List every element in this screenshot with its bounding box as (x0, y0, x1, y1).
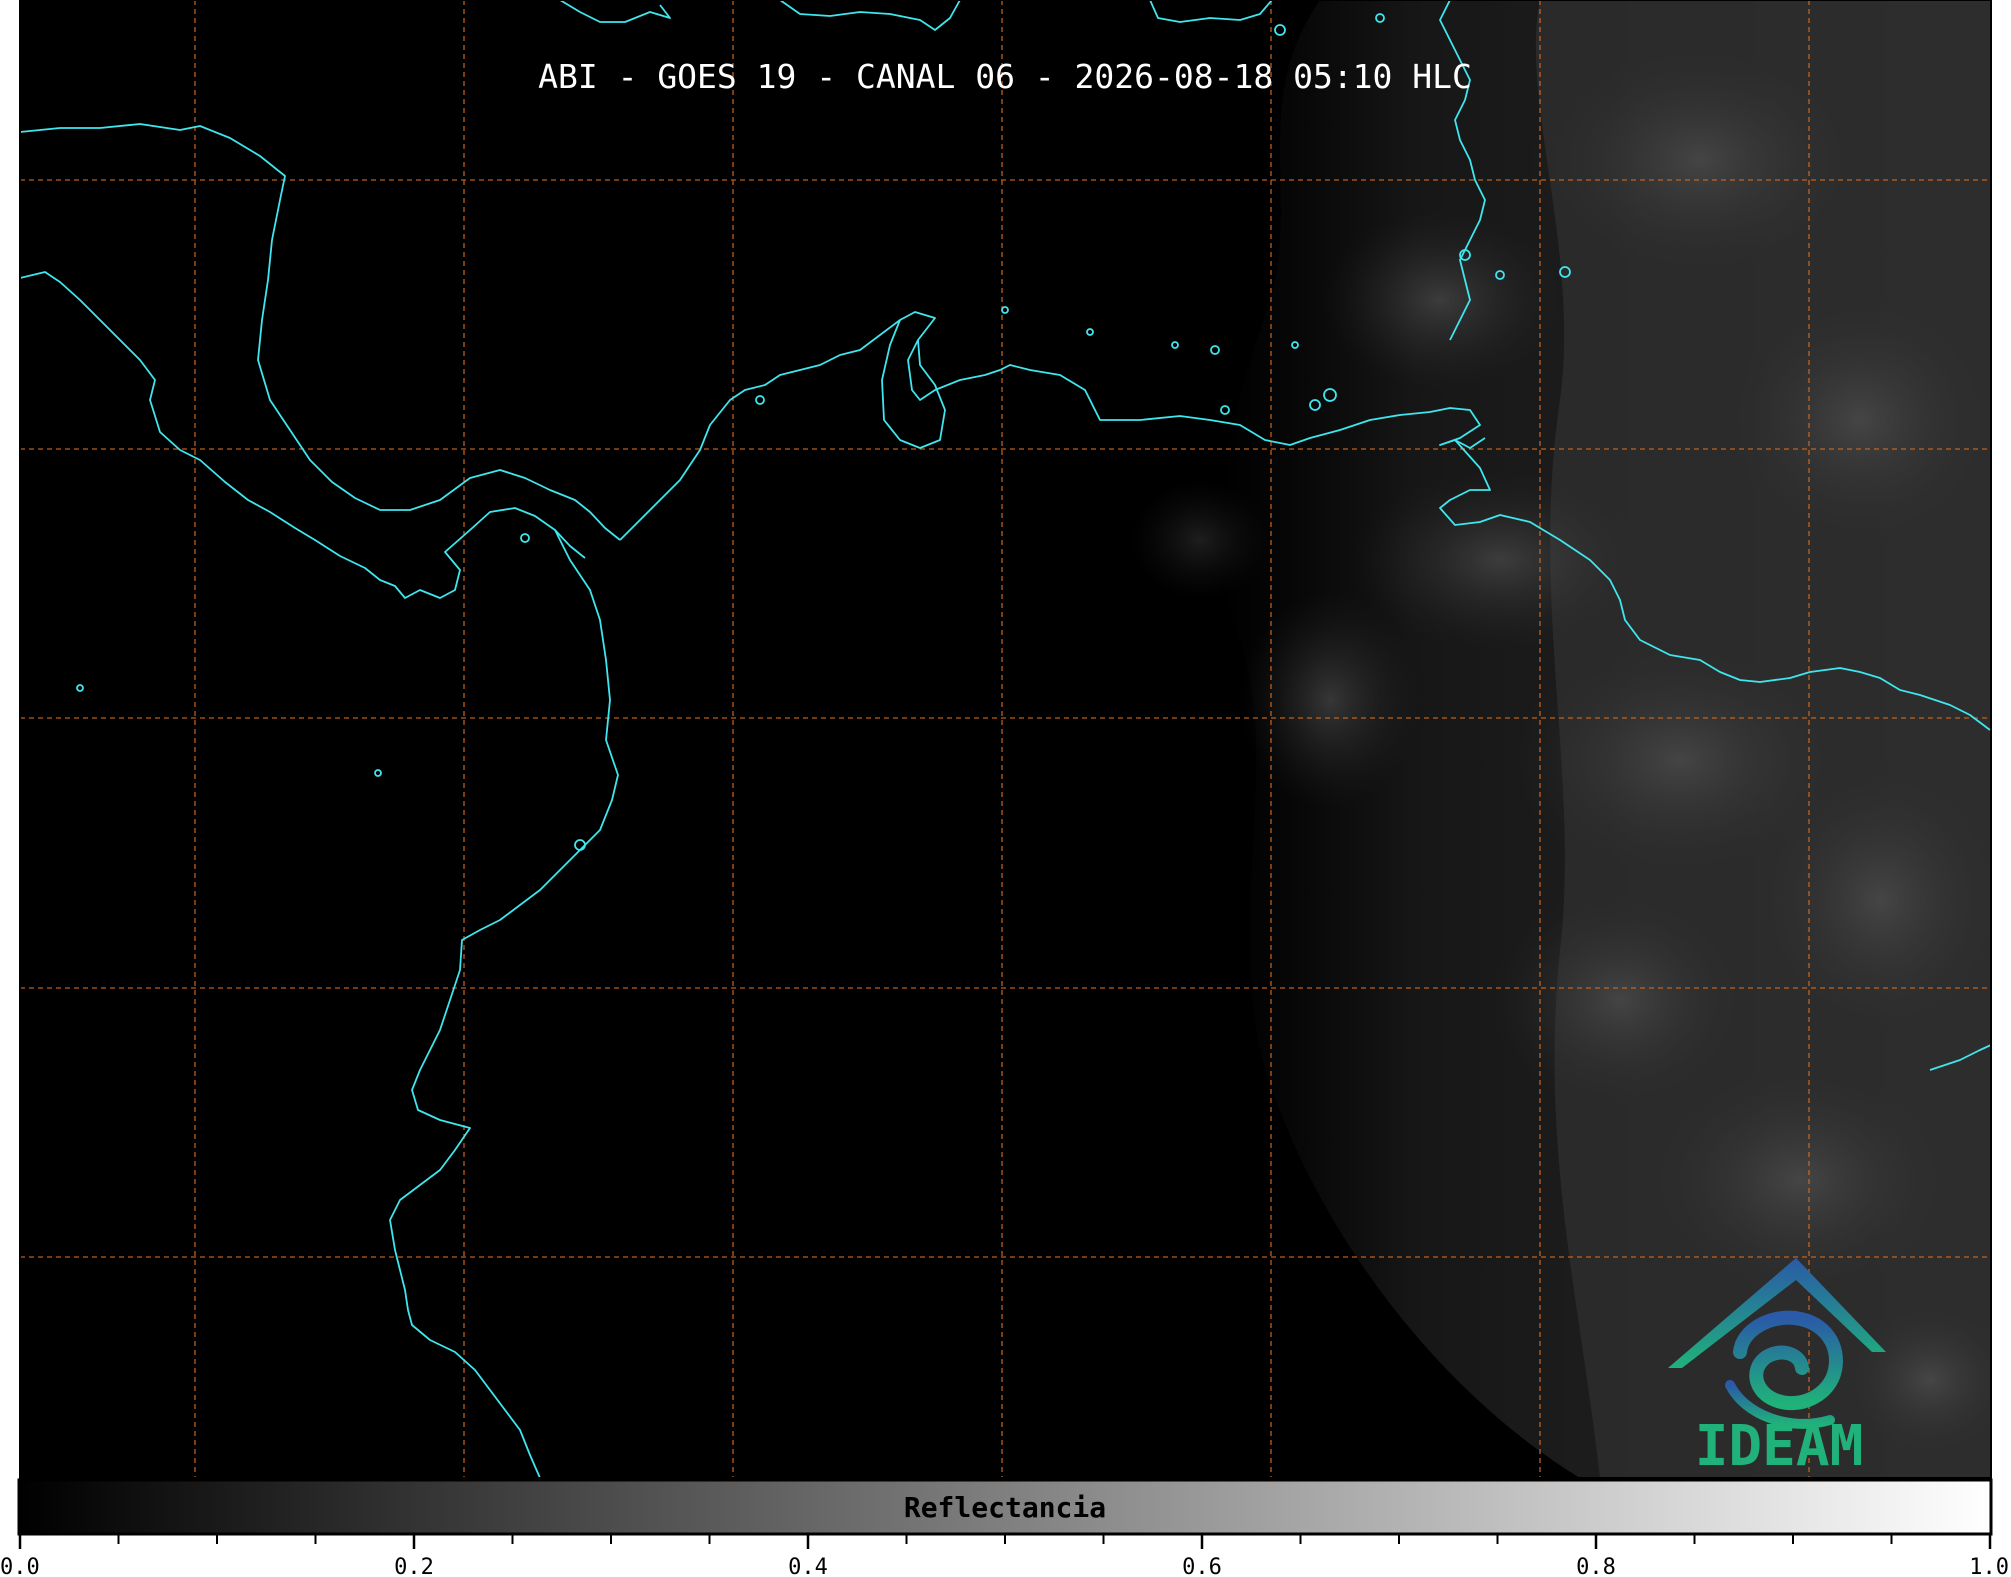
ideam-logo-text: IDEAM (1695, 1414, 1864, 1479)
colorbar-tick-label: 0.6 (1182, 1555, 1222, 1577)
chart-title: ABI - GOES 19 - CANAL 06 - 2026-08-18 05… (538, 57, 1472, 96)
colorbar-ticks: 0.0 0.2 0.4 0.6 0.8 1.0 (0, 1535, 2009, 1577)
colorbar-tick-label: 0.2 (394, 1555, 434, 1577)
colorbar-tick-label: 0.8 (1576, 1555, 1616, 1577)
satellite-map: IDEAM (20, 0, 1991, 1479)
colorbar-tick-label: 0.4 (788, 1555, 828, 1577)
colorbar-tick-label: 0.0 (0, 1555, 40, 1577)
satellite-figure: IDEAM ABI - GOES 19 - CANAL 06 - 2026-08… (0, 0, 2009, 1577)
colorbar-tick-label: 1.0 (1969, 1555, 2009, 1577)
colorbar: Reflectancia 0.0 0.2 0.4 0.6 0.8 1.0 (0, 1478, 2009, 1577)
colorbar-label: Reflectancia (904, 1491, 1106, 1524)
